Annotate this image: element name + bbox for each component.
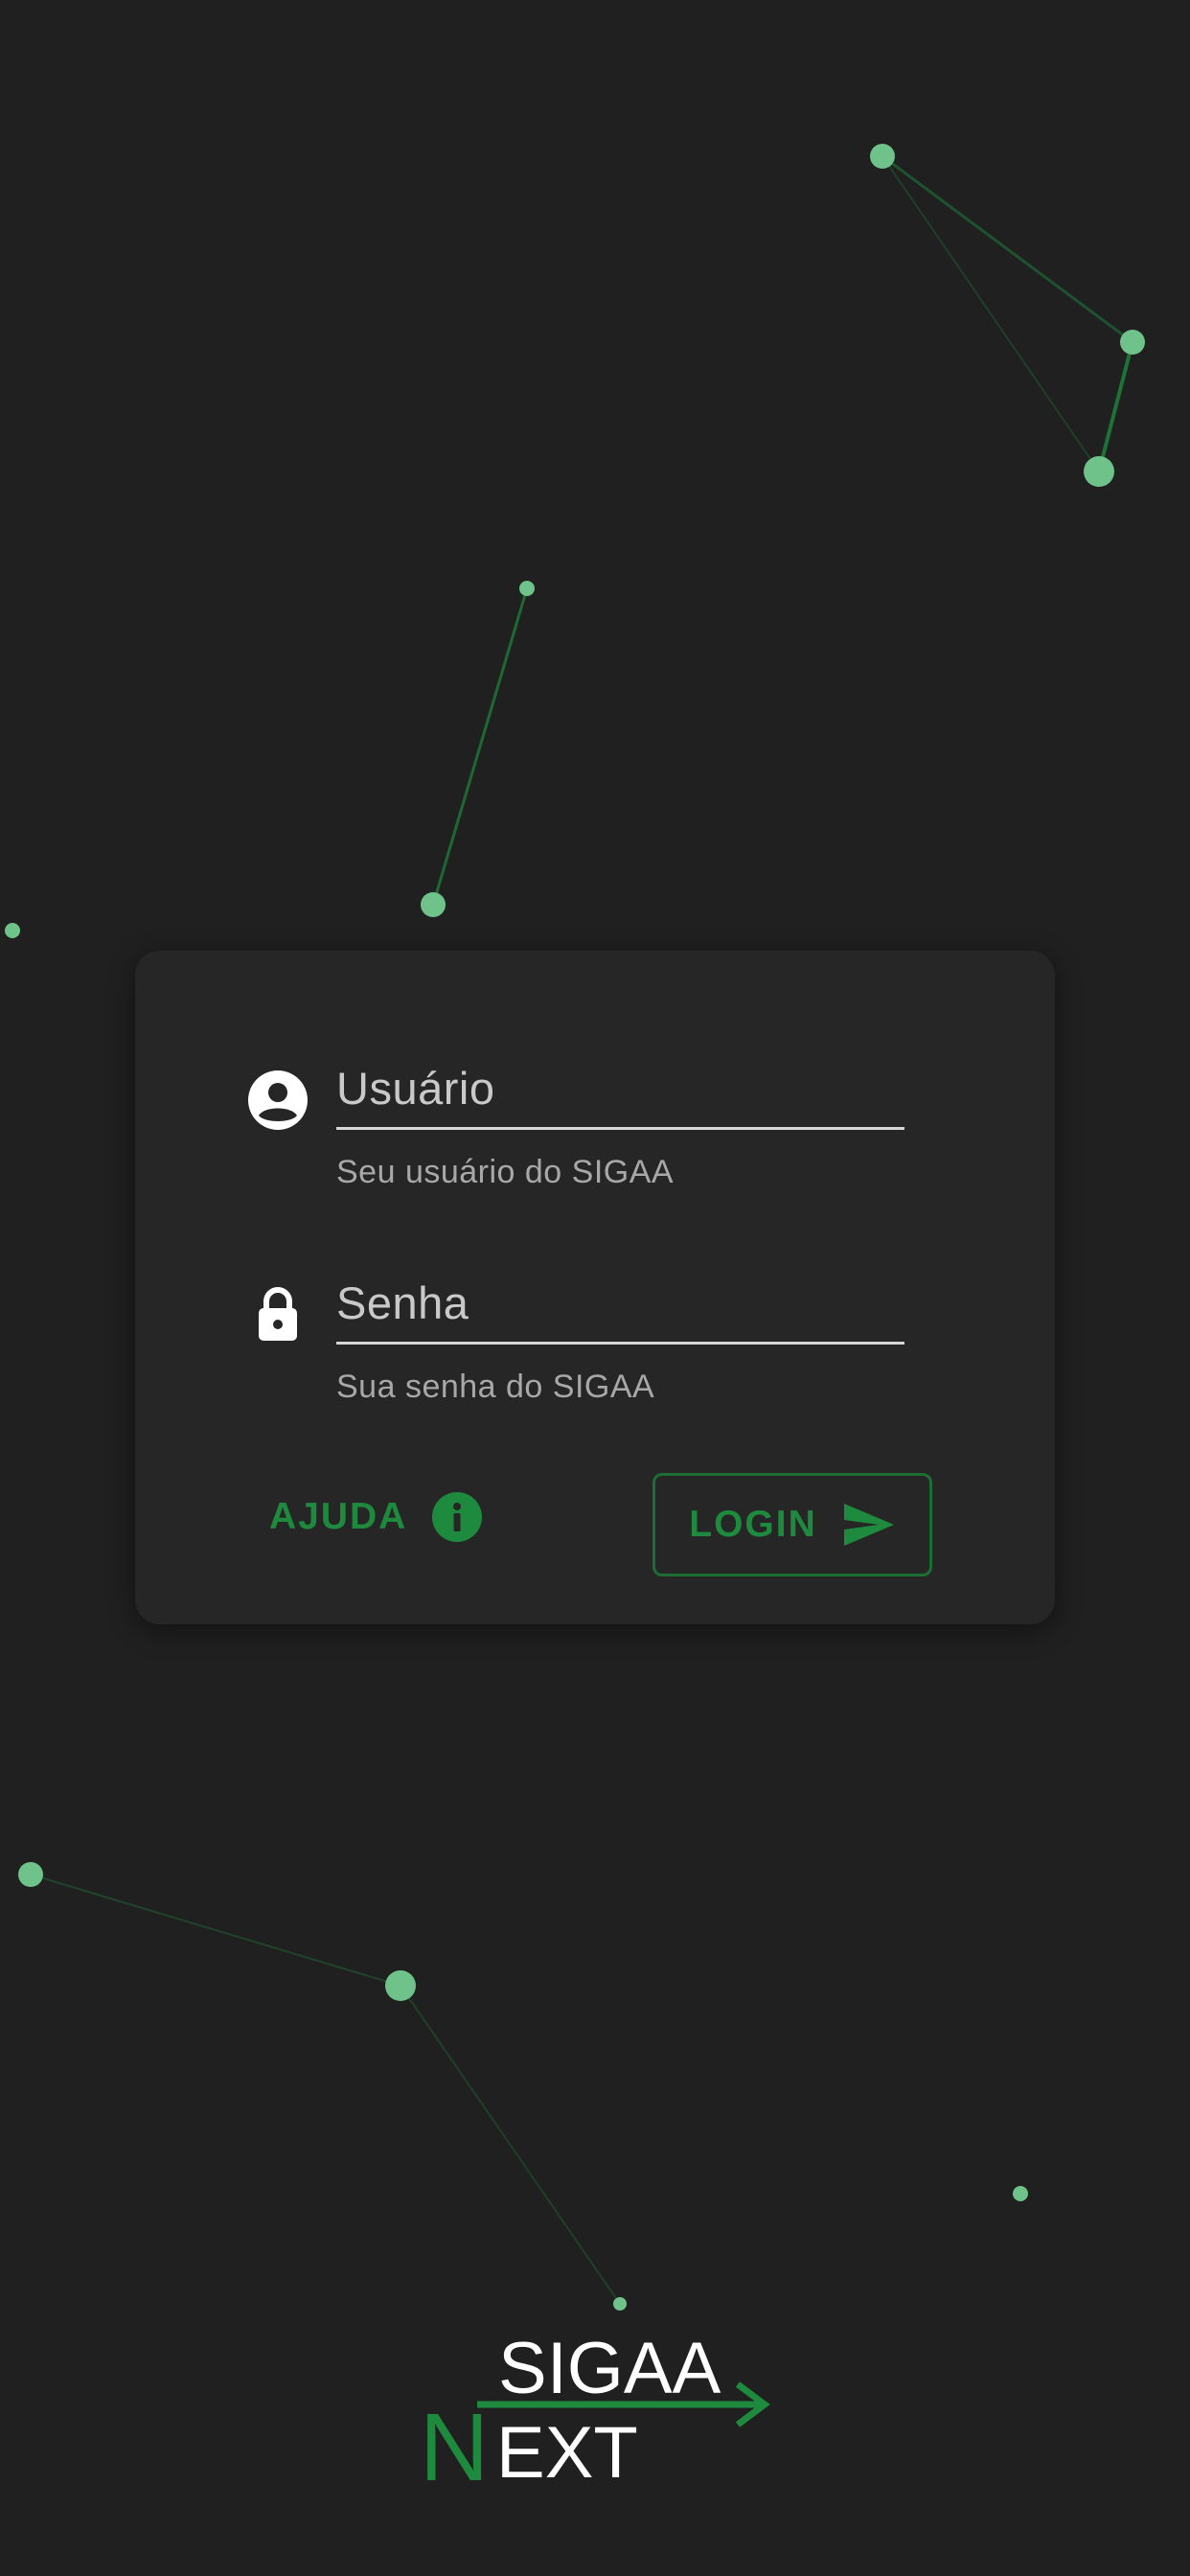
password-input[interactable] [336, 1280, 904, 1345]
info-icon [432, 1492, 483, 1542]
network-node [870, 144, 895, 169]
network-node [1084, 456, 1114, 487]
logo-n-letter: N [420, 2394, 490, 2501]
network-node [613, 2297, 627, 2311]
username-input[interactable] [336, 1066, 904, 1130]
login-screen: Usuário Seu usuário do SIGAA Senha Sua s… [0, 0, 1190, 2576]
network-line [881, 155, 1100, 472]
logo-bottom-text: EXT [496, 2412, 638, 2494]
lock-icon [259, 1287, 297, 1341]
network-node [519, 581, 535, 596]
network-node [421, 892, 446, 917]
help-button[interactable]: AJUDA [269, 1464, 509, 1570]
help-button-label: AJUDA [269, 1496, 408, 1537]
send-icon [843, 1504, 894, 1546]
network-node [385, 1970, 416, 2001]
login-card: Usuário Seu usuário do SIGAA Senha Sua s… [135, 951, 1055, 1624]
login-button-label: LOGIN [689, 1504, 817, 1545]
network-line [881, 154, 1133, 344]
network-node [5, 923, 20, 938]
network-line [1097, 341, 1134, 472]
password-hint: Sua senha do SIGAA [336, 1368, 655, 1405]
network-node [1013, 2186, 1028, 2201]
network-node [18, 1862, 43, 1887]
login-button[interactable]: LOGIN [652, 1473, 932, 1576]
account-circle-icon [248, 1070, 308, 1130]
username-hint: Seu usuário do SIGAA [336, 1154, 675, 1190]
sigaa-next-logo: SIGAA N EXT [420, 2329, 774, 2501]
network-node [1120, 330, 1145, 355]
network-line [400, 1985, 621, 2305]
network-line [431, 587, 529, 906]
network-line [30, 1874, 401, 1987]
